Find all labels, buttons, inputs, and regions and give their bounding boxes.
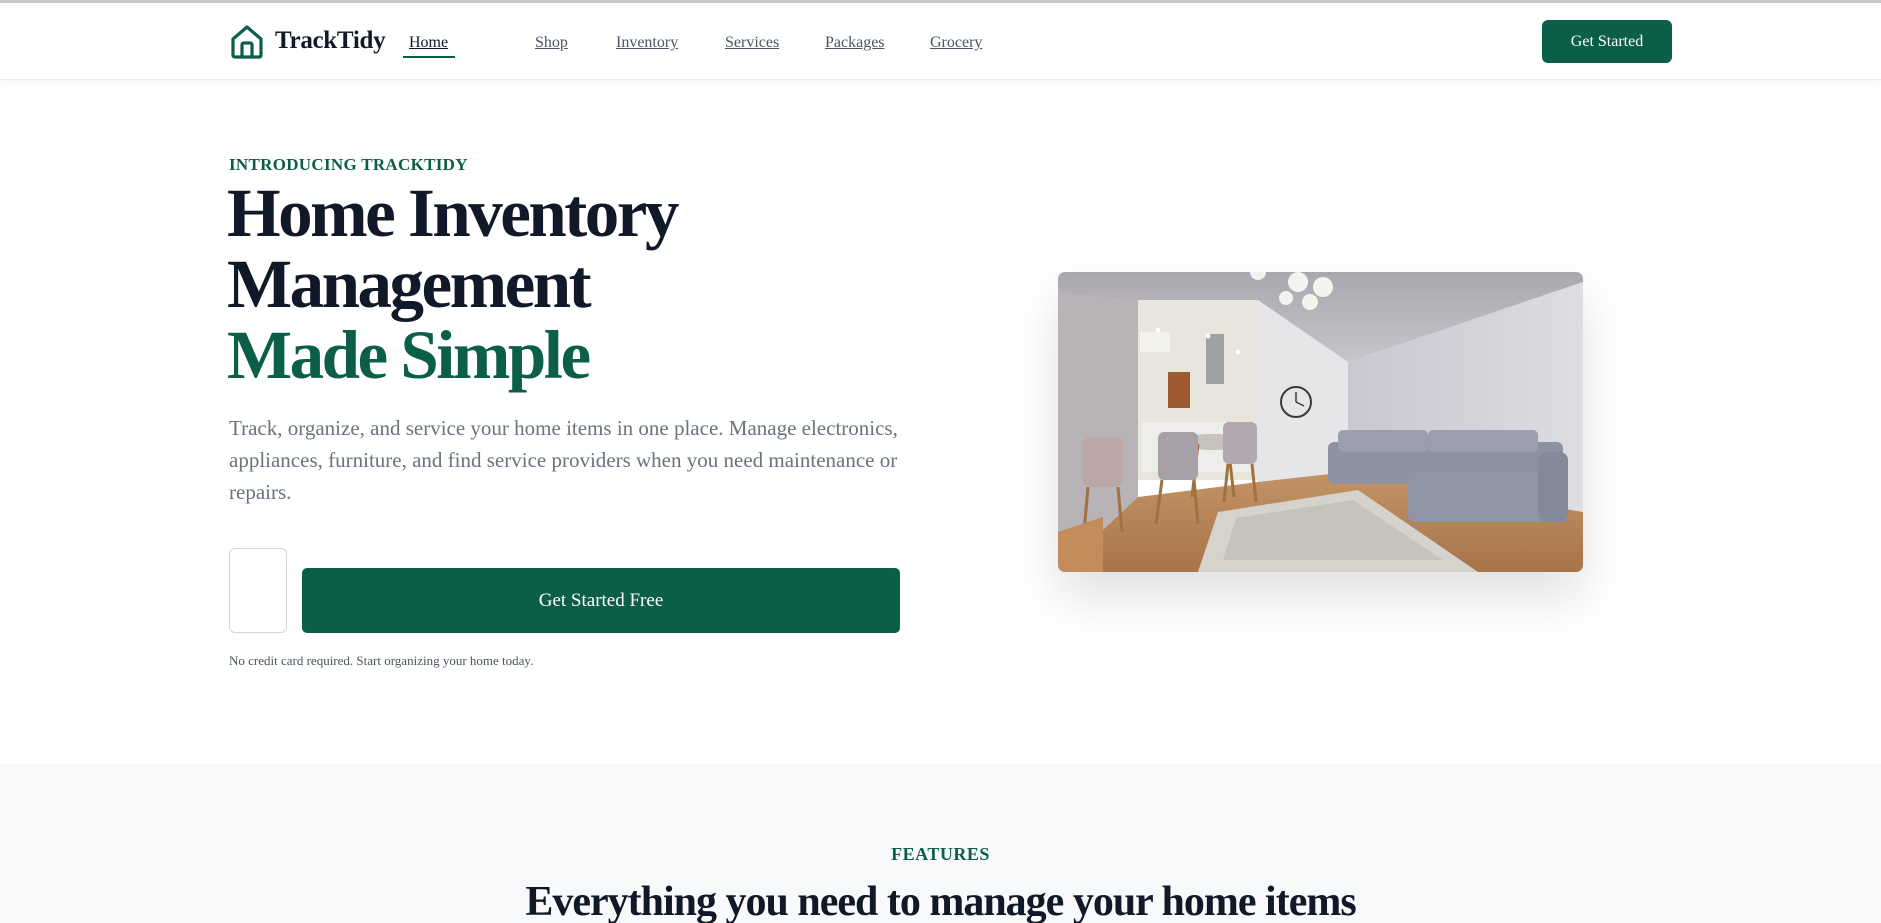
email-input[interactable] — [229, 548, 287, 633]
hero-fine-print: No credit card required. Start organizin… — [229, 653, 534, 668]
features-eyebrow: FEATURES — [891, 844, 990, 864]
hero-title: Home Inventory Management Made Simple — [227, 175, 679, 393]
house-icon — [231, 25, 263, 59]
nav-inventory[interactable]: Inventory — [616, 34, 678, 52]
nav-packages[interactable]: Packages — [825, 34, 885, 52]
nav-active-indicator — [403, 56, 455, 58]
hero-description: Track, organize, and service your home i… — [229, 416, 898, 504]
hero-title-line-1: Home Inventory — [227, 175, 679, 251]
nav-shop[interactable]: Shop — [535, 34, 568, 52]
get-started-button[interactable]: Get Started — [1542, 20, 1672, 63]
hero-eyebrow: INTRODUCING TRACKTIDY — [229, 155, 468, 174]
brand-name: TrackTidy — [275, 27, 386, 54]
nav-services[interactable]: Services — [725, 34, 779, 52]
hero-title-line-2: Management — [227, 246, 592, 322]
features-section: FEATURES Everything you need to manage y… — [0, 764, 1881, 923]
get-started-free-button[interactable]: Get Started Free — [302, 568, 900, 633]
nav-grocery[interactable]: Grocery — [930, 34, 982, 52]
site-header: TrackTidy Home Shop Inventory Services P… — [0, 3, 1881, 80]
hero-living-room-image — [1058, 272, 1583, 572]
nav-home[interactable]: Home — [409, 34, 448, 52]
hero-title-accent: Made Simple — [227, 317, 591, 393]
brand-logo[interactable]: TrackTidy — [229, 23, 386, 59]
features-title: Everything you need to manage your home … — [525, 879, 1356, 923]
